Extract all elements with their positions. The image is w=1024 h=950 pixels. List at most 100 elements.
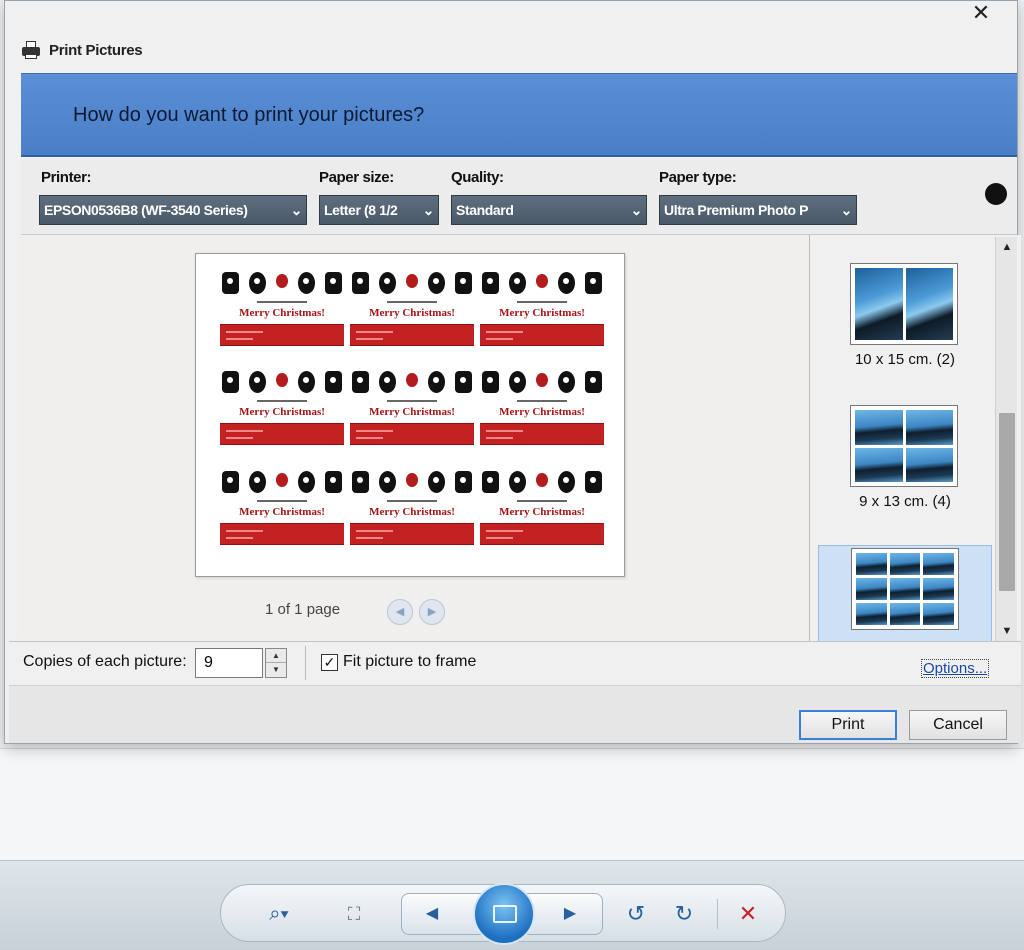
cancel-button[interactable]: Cancel <box>909 710 1007 740</box>
previous-icon[interactable]: ◀ <box>417 901 447 927</box>
photo-thumbnail <box>923 578 954 600</box>
ornament-icon <box>352 272 369 294</box>
previous-page-button[interactable]: ◀ <box>387 599 413 625</box>
tile-banner <box>350 423 474 446</box>
next-page-button[interactable]: ▶ <box>419 599 445 625</box>
scroll-up-arrow-icon[interactable]: ▲ <box>996 237 1018 257</box>
divider <box>305 646 306 680</box>
viewer-toolbar: ⌕▾ ⛶ ◀ ▶ ↺ ↻ ✕ <box>220 883 786 945</box>
slideshow-icon <box>493 905 517 923</box>
help-icon[interactable] <box>985 183 1007 205</box>
photo-thumbnail <box>856 578 887 600</box>
ornament-icon <box>249 470 266 493</box>
layout-option-9x13[interactable]: 9 x 13 cm. (4) <box>818 387 992 523</box>
printer-select[interactable]: EPSON0536B8 (WF-3540 Series) ⌄ <box>39 195 307 225</box>
print-options-row: Copies of each picture: ▲ ▼ ✓ Fit pictur… <box>9 641 1021 685</box>
ornament-row <box>480 369 604 397</box>
quality-value: Standard <box>456 202 514 218</box>
chevron-down-icon: ⌄ <box>840 202 853 218</box>
ornament-icon <box>379 371 396 394</box>
dialog-title: Print Pictures <box>49 41 143 59</box>
tile-banner <box>350 324 474 346</box>
slideshow-button[interactable] <box>473 883 535 945</box>
copies-stepper[interactable]: ▲ ▼ <box>265 648 287 678</box>
ornament-icon <box>455 470 472 493</box>
layout-label: 9 x 13 cm. (4) <box>859 493 951 510</box>
fine-print <box>257 499 307 502</box>
ornament-icon <box>428 272 445 294</box>
ornament-icon <box>585 371 602 394</box>
photo-thumbnail <box>856 553 887 575</box>
paper-type-select[interactable]: Ultra Premium Photo P ⌄ <box>659 195 857 225</box>
ornament-icon <box>509 470 526 493</box>
close-button[interactable]: ✕ <box>967 1 995 27</box>
ornament-icon <box>222 470 239 493</box>
next-icon[interactable]: ▶ <box>555 901 585 927</box>
quality-select[interactable]: Standard ⌄ <box>451 195 647 225</box>
ornament-icon <box>325 272 342 294</box>
delete-icon[interactable]: ✕ <box>733 901 763 927</box>
chevron-down-icon: ⌄ <box>290 202 303 218</box>
ornament-icon <box>455 371 472 394</box>
fit-to-frame-checkbox[interactable]: ✓ <box>321 654 338 671</box>
photo-thumbnail <box>855 268 903 340</box>
print-pictures-dialog: ✕ Print Pictures How do you want to prin… <box>4 0 1021 744</box>
dialog-footer: Print Cancel <box>9 685 1021 743</box>
chevron-down-icon: ⌄ <box>422 202 435 218</box>
scroll-down-arrow-icon[interactable]: ▼ <box>996 621 1018 641</box>
ornament-icon <box>558 272 575 294</box>
fine-print <box>257 301 307 303</box>
tile-banner <box>220 423 344 446</box>
layout-option-wallet[interactable] <box>818 545 992 643</box>
layout-scrollbar[interactable]: ▲ ▼ <box>995 237 1017 641</box>
tile-banner <box>480 324 604 346</box>
ornament-icon <box>536 373 548 388</box>
preview-tile: Merry Christmas! <box>480 369 604 465</box>
dialog-title-bar: Print Pictures <box>21 37 143 63</box>
copies-decrement-button[interactable]: ▼ <box>266 663 286 677</box>
tile-banner <box>220 324 344 346</box>
options-link[interactable]: Options... <box>921 659 990 678</box>
ornament-icon <box>482 371 499 394</box>
ornament-icon <box>249 371 266 394</box>
banner-text: How do you want to print your pictures? <box>73 104 425 126</box>
print-button[interactable]: Print <box>799 710 897 740</box>
photo-thumbnail <box>856 603 887 625</box>
paper-type-value: Ultra Premium Photo P <box>664 202 809 218</box>
ornament-icon <box>585 272 602 294</box>
ornament-row <box>220 469 344 497</box>
photo-thumbnail <box>905 447 953 482</box>
rotate-counterclockwise-icon[interactable]: ↺ <box>621 901 651 927</box>
ornament-icon <box>276 373 288 388</box>
ornament-icon <box>406 472 418 487</box>
preview-tile: Merry Christmas! <box>220 270 344 366</box>
tile-greeting: Merry Christmas! <box>369 505 455 518</box>
tile-greeting: Merry Christmas! <box>369 307 455 319</box>
ornament-icon <box>352 371 369 394</box>
paper-size-select[interactable]: Letter (8 1/2 ⌄ <box>319 195 439 225</box>
ornament-icon <box>558 371 575 394</box>
fit-to-frame-label[interactable]: Fit picture to frame <box>343 653 476 671</box>
scrollbar-thumb[interactable] <box>999 413 1015 591</box>
copies-increment-button[interactable]: ▲ <box>266 649 286 663</box>
ornament-icon <box>222 272 239 294</box>
tile-greeting: Merry Christmas! <box>499 505 585 518</box>
preview-tile: Merry Christmas! <box>480 468 604 564</box>
ornament-icon <box>276 472 288 487</box>
tile-greeting: Merry Christmas! <box>369 406 455 419</box>
ornament-icon <box>509 371 526 394</box>
ornament-icon <box>325 371 342 394</box>
ornament-icon <box>298 371 315 394</box>
ornament-icon <box>428 470 445 493</box>
layout-option-10x15[interactable]: 10 x 15 cm. (2) <box>818 245 992 381</box>
chevron-down-icon: ⌄ <box>630 202 643 218</box>
preview-page: Merry Christmas! Merry Christmas! Merry Ch… <box>195 253 625 577</box>
zoom-icon[interactable]: ⌕▾ <box>257 901 301 927</box>
rotate-clockwise-icon[interactable]: ↻ <box>669 901 699 927</box>
ornament-icon <box>379 272 396 294</box>
actual-size-icon[interactable]: ⛶ <box>339 901 369 927</box>
photo-thumbnail <box>889 578 921 600</box>
ornament-icon <box>379 470 396 493</box>
copies-input[interactable] <box>195 648 263 678</box>
tile-banner <box>480 423 604 446</box>
